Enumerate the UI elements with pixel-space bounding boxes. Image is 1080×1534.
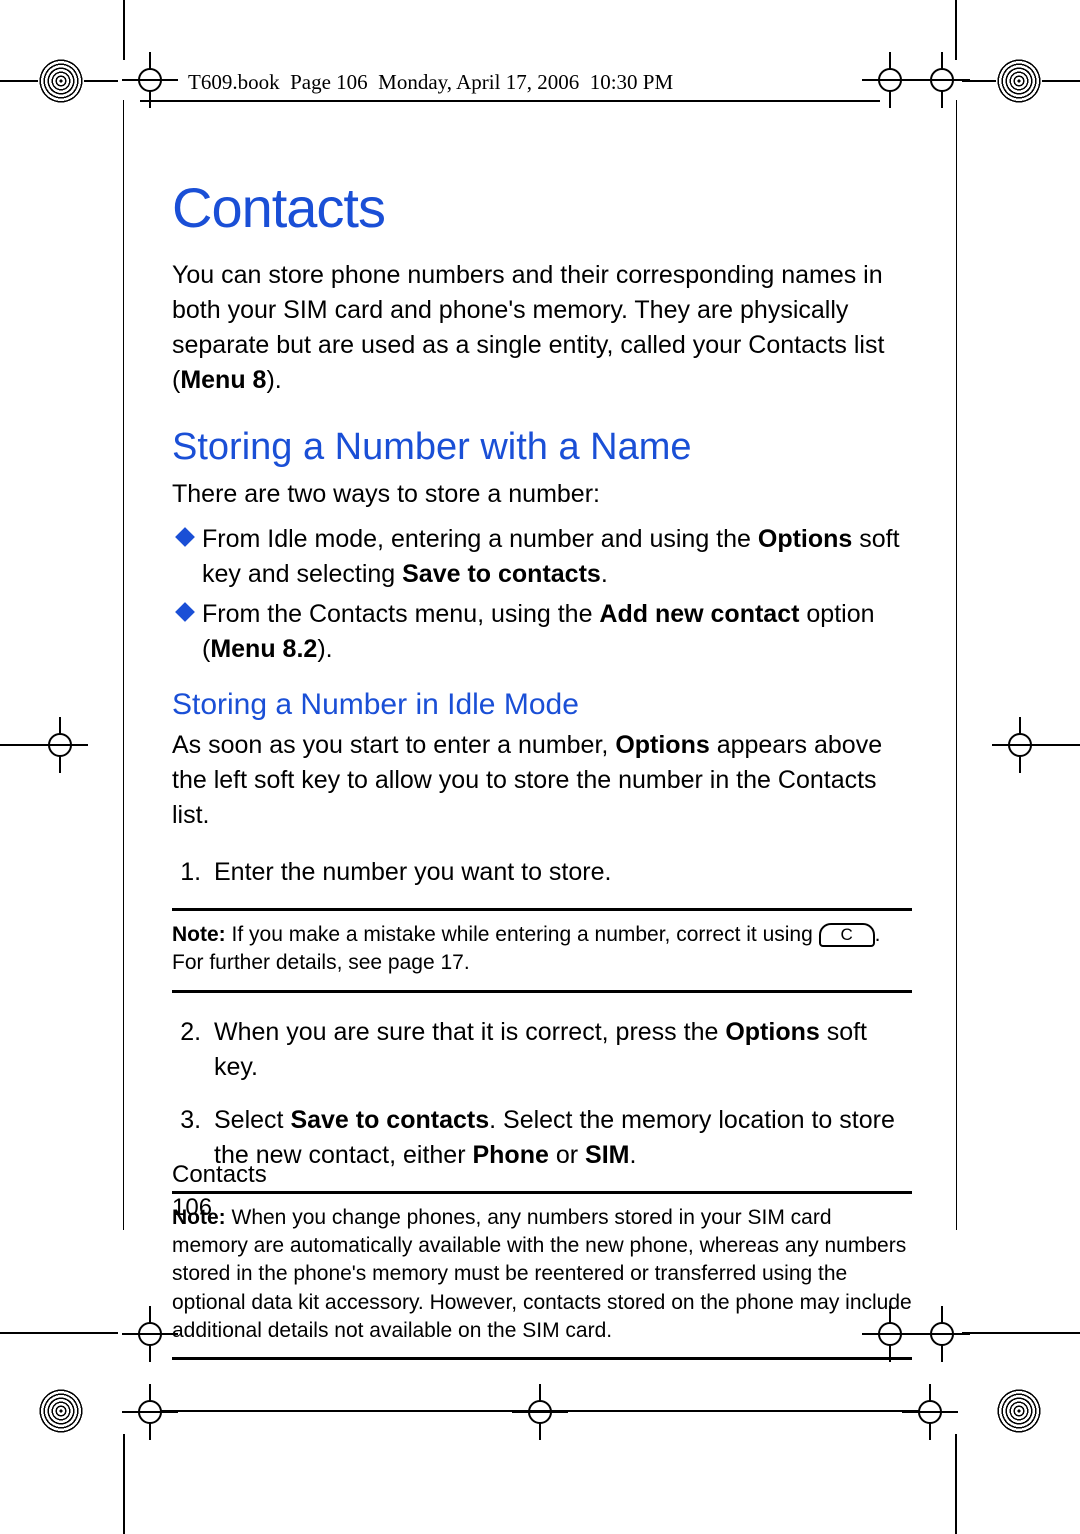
section-title: Storing a Number with a Name	[172, 426, 912, 469]
running-head: T609.book Page 106 Monday, April 17, 200…	[188, 70, 673, 95]
text: If you make a mistake while entering a n…	[226, 923, 819, 946]
registration-crosshair-icon	[930, 68, 954, 92]
bold-term: Menu 8.2	[210, 635, 317, 663]
bold-term: Save to contacts	[290, 1106, 489, 1134]
text: Select	[214, 1106, 290, 1134]
step-item: Select Save to contacts. Select the memo…	[208, 1103, 912, 1173]
step-list: Enter the number you want to store.	[172, 855, 912, 890]
list-item: From the Contacts menu, using the Add ne…	[172, 597, 912, 666]
chapter-title: Contacts	[172, 175, 912, 240]
crop-mark	[955, 0, 957, 60]
header-rule	[140, 100, 880, 102]
text: When you are sure that it is correct, pr…	[214, 1018, 725, 1046]
crop-mark	[955, 1434, 957, 1534]
registration-spiral-icon	[38, 1388, 84, 1434]
bullet-list: From Idle mode, entering a number and us…	[172, 522, 912, 666]
registration-crosshair-icon	[138, 1400, 162, 1424]
bold-term: Add new contact	[599, 600, 799, 628]
bold-term: Phone	[472, 1141, 548, 1169]
page-number: 106	[172, 1192, 267, 1224]
bold-term: SIM	[585, 1141, 629, 1169]
note: Note: When you change phones, any number…	[172, 1191, 912, 1361]
crop-guide	[956, 100, 957, 1230]
text: From Idle mode, entering a number and us…	[202, 525, 758, 553]
bold-term: Save to contacts	[402, 560, 601, 588]
bold-term: Options	[615, 731, 709, 759]
step-list: When you are sure that it is correct, pr…	[172, 1015, 912, 1173]
registration-crosshair-icon	[138, 68, 162, 92]
text: From the Contacts menu, using the	[202, 600, 599, 628]
crop-mark	[0, 744, 42, 746]
bold-term: Options	[725, 1018, 819, 1046]
chapter-intro: You can store phone numbers and their co…	[172, 258, 912, 398]
crop-mark	[123, 0, 125, 60]
page-footer: Contacts 106	[172, 1159, 267, 1224]
clear-key-icon: C	[819, 923, 875, 947]
crop-guide	[123, 100, 124, 1230]
crop-mark	[1038, 744, 1080, 746]
registration-crosshair-icon	[1008, 733, 1032, 757]
registration-crosshair-icon	[878, 68, 902, 92]
subsection-title: Storing a Number in Idle Mode	[172, 688, 912, 722]
text: When you change phones, any numbers stor…	[172, 1206, 918, 1342]
text: ).	[266, 366, 281, 394]
step-item: When you are sure that it is correct, pr…	[208, 1015, 912, 1085]
note: Note: If you make a mistake while enteri…	[172, 908, 912, 993]
page-content: Contacts You can store phone numbers and…	[172, 175, 912, 1382]
step-item: Enter the number you want to store.	[208, 855, 912, 890]
crop-mark	[123, 1434, 125, 1534]
bold-term: Options	[758, 525, 852, 553]
registration-crosshair-icon	[918, 1400, 942, 1424]
text: or	[549, 1141, 585, 1169]
text: ).	[317, 635, 332, 663]
registration-spiral-icon	[996, 1388, 1042, 1434]
registration-crosshair-icon	[528, 1400, 552, 1424]
subsection-intro: As soon as you start to enter a number, …	[172, 728, 912, 833]
text: .	[601, 560, 608, 588]
crop-mark	[160, 1410, 920, 1412]
registration-spiral-icon	[996, 58, 1042, 104]
crop-mark	[962, 1332, 1080, 1334]
registration-crosshair-icon	[48, 733, 72, 757]
crop-mark	[0, 1332, 118, 1334]
footer-section: Contacts	[172, 1159, 267, 1191]
note-label: Note:	[172, 923, 226, 946]
registration-spiral-icon	[38, 58, 84, 104]
registration-crosshair-icon	[138, 1322, 162, 1346]
registration-crosshair-icon	[930, 1322, 954, 1346]
text: .	[629, 1141, 636, 1169]
text: As soon as you start to enter a number,	[172, 731, 615, 759]
list-item: From Idle mode, entering a number and us…	[172, 522, 912, 591]
section-intro: There are two ways to store a number:	[172, 477, 912, 512]
menu-ref: Menu 8	[180, 366, 266, 394]
